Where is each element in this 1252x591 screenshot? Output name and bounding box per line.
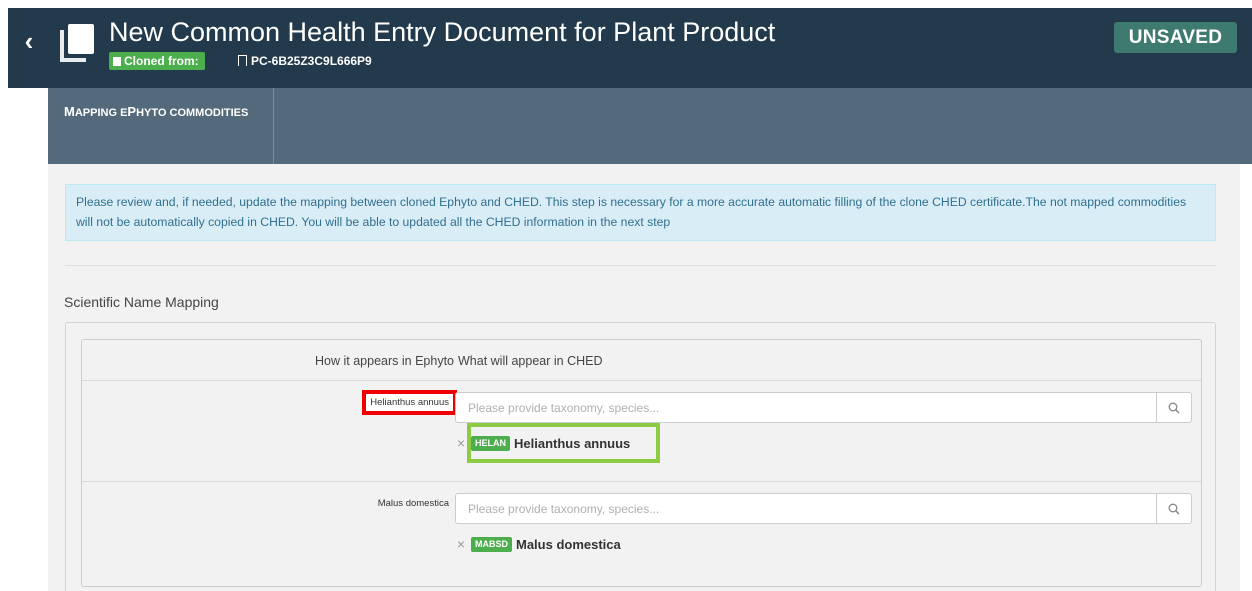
mapping-header-row: How it appears in Ephyto What will appea… (82, 340, 1201, 381)
main-content: Please review and, if needed, update the… (48, 164, 1240, 591)
remove-icon[interactable]: × (456, 536, 466, 552)
copy-icon (113, 57, 121, 66)
mapping-panel: How it appears in Ephyto What will appea… (65, 322, 1216, 591)
source-reference[interactable]: PC-6B25Z3C9L666P9 (238, 53, 372, 69)
mapping-row: Helianthus annuus × HELAN Helianthus ann… (82, 382, 1201, 482)
tab-label-capital: P (127, 104, 137, 119)
mapping-table: How it appears in Ephyto What will appea… (81, 339, 1202, 587)
ephyto-name-highlighted: Helianthus annuus (362, 390, 457, 415)
commodity-name: Malus domestica (516, 536, 621, 552)
tab-label-part1: APPING E (74, 107, 128, 119)
chevron-left-icon[interactable]: ‹ (16, 26, 42, 56)
info-alert: Please review and, if needed, update the… (65, 184, 1216, 241)
ephyto-name: Malus domestica (377, 498, 449, 509)
section-title: Scientific Name Mapping (64, 294, 219, 310)
taxonomy-search-input[interactable] (457, 394, 1156, 421)
status-badge: UNSAVED (1114, 22, 1237, 53)
bookmark-icon (238, 55, 247, 66)
commodity-code-badge: MABSD (471, 536, 512, 552)
cloned-from-label: Cloned from: (124, 54, 199, 68)
mapping-row: Malus domestica × MABSD Malus domestica (82, 482, 1201, 586)
tab-label-initial: M (64, 104, 75, 119)
document-copy-icon (56, 20, 102, 66)
taxonomy-search-field (455, 493, 1192, 524)
column-header-ephyto: How it appears in Ephyto (315, 354, 454, 368)
taxonomy-search-input[interactable] (457, 495, 1156, 522)
search-button[interactable] (1156, 393, 1191, 422)
page-header: ‹ New Common Health Entry Document for P… (8, 8, 1252, 88)
tab-label-part2: HYTO COMMODITIES (136, 107, 249, 119)
selected-commodity-chip: × HELAN Helianthus annuus (456, 435, 630, 451)
tab-mapping-ephyto-commodities[interactable]: MAPPING EPHYTO COMMODITIES (48, 88, 274, 164)
search-icon (1168, 503, 1180, 515)
taxonomy-search-field (455, 392, 1192, 423)
page-title: New Common Health Entry Document for Pla… (109, 17, 776, 47)
page-margin (0, 0, 8, 591)
selected-commodity-chip: × MABSD Malus domestica (456, 536, 621, 552)
search-button[interactable] (1156, 494, 1191, 523)
commodity-name: Helianthus annuus (514, 435, 631, 451)
commodity-code-badge: HELAN (471, 435, 510, 451)
cloned-from-badge: Cloned from: (109, 52, 205, 70)
column-header-ched: What will appear in CHED (458, 354, 603, 368)
tab-bar: MAPPING EPHYTO COMMODITIES (48, 88, 1252, 164)
remove-icon[interactable]: × (456, 435, 466, 451)
search-icon (1168, 402, 1180, 414)
divider (65, 265, 1216, 266)
source-reference-number: PC-6B25Z3C9L666P9 (251, 54, 372, 68)
